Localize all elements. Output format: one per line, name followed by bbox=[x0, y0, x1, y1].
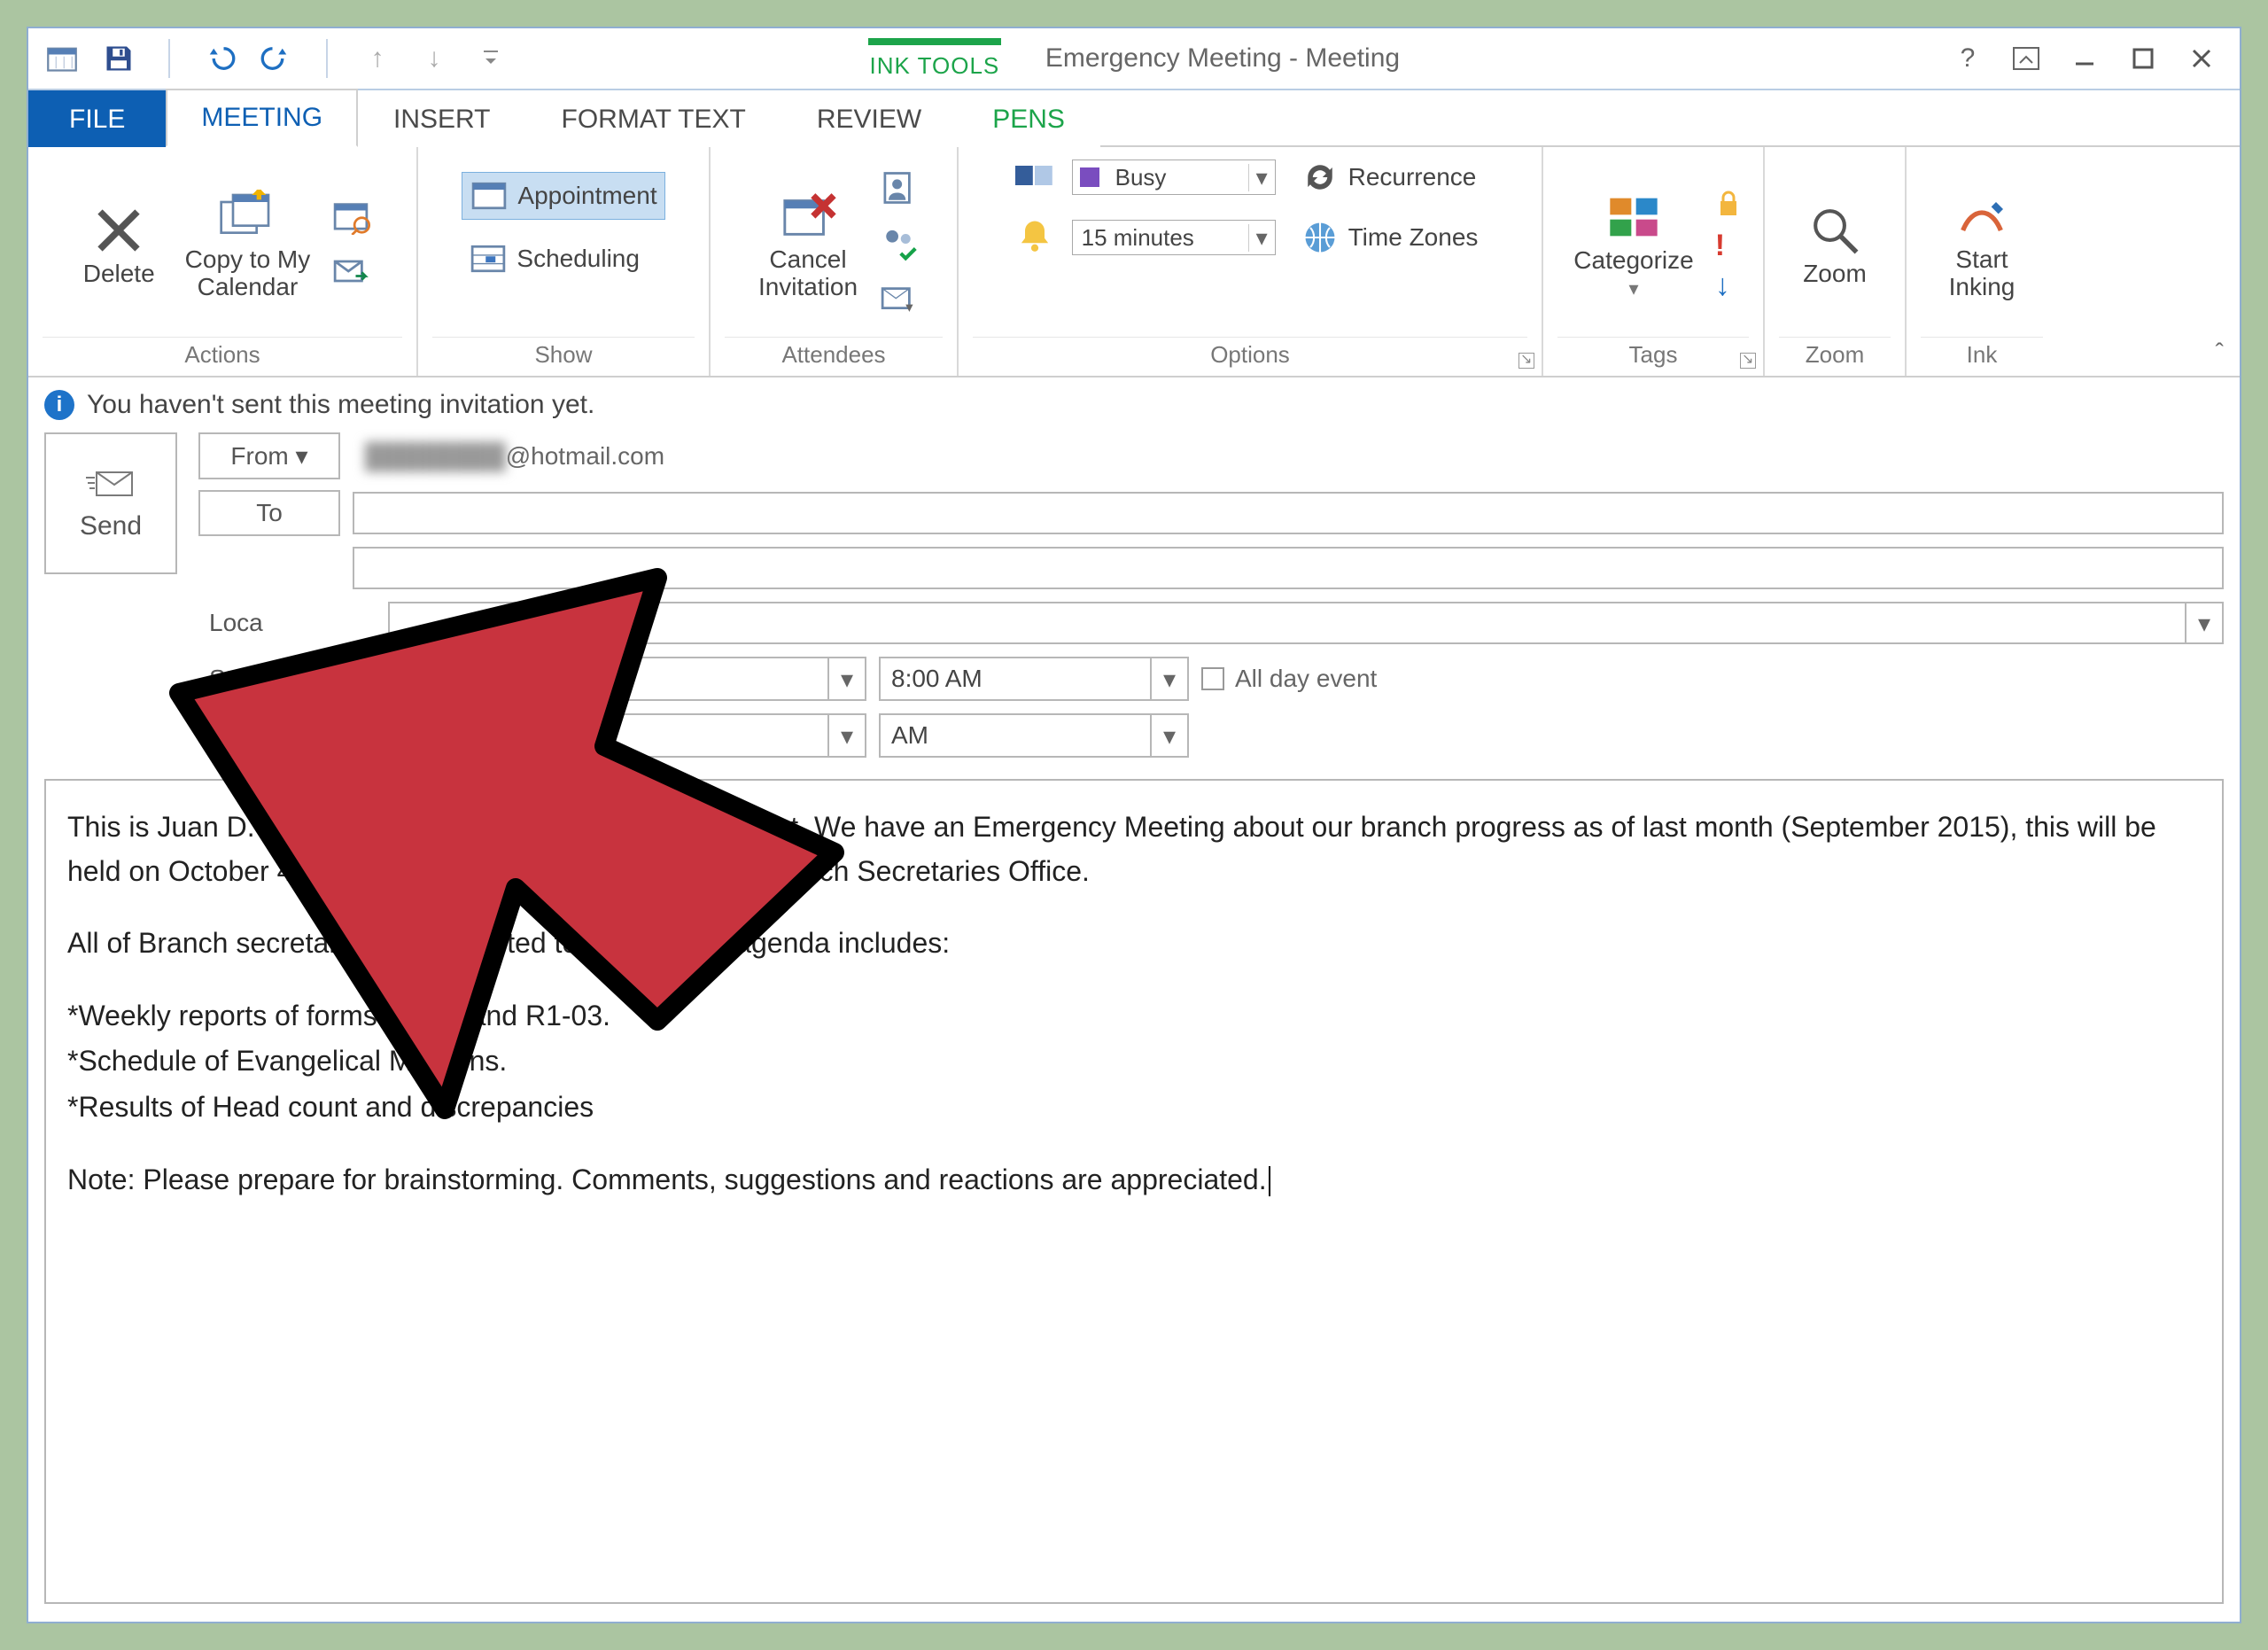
response-options-icon[interactable]: ▾ bbox=[879, 280, 918, 323]
location-field[interactable]: ▾ bbox=[388, 602, 2224, 644]
minimize-icon[interactable] bbox=[2071, 45, 2098, 72]
cancel-invitation-button[interactable]: Cancel Invitation bbox=[750, 184, 866, 307]
save-icon[interactable] bbox=[103, 43, 135, 74]
text-cursor-icon bbox=[1269, 1166, 1270, 1196]
end-time-picker[interactable]: AM▾ bbox=[879, 713, 1189, 758]
end-time-label: End time bbox=[198, 714, 376, 757]
from-picker-button[interactable]: From ▾ bbox=[198, 432, 340, 479]
ink-tools-contextual-tab[interactable]: INK TOOLS bbox=[868, 28, 1001, 89]
calendar-icon[interactable] bbox=[46, 43, 78, 74]
compose-area: Send From ▾ ████████@hotmail.com To bbox=[28, 432, 2240, 1622]
tab-format-text[interactable]: FORMAT TEXT bbox=[526, 90, 781, 147]
start-inking-button[interactable]: Start Inking bbox=[1940, 184, 2024, 307]
forward-small-icon[interactable] bbox=[331, 252, 370, 295]
appointment-button[interactable]: Appointment bbox=[462, 172, 664, 220]
outlook-meeting-window: ↑ ↓ INK TOOLS Emergency Meeting - Meetin… bbox=[27, 27, 2241, 1623]
qat-dropdown-icon[interactable] bbox=[475, 43, 507, 74]
group-ink: Start Inking Ink bbox=[1907, 147, 2057, 376]
help-icon[interactable]: ? bbox=[1954, 45, 1981, 72]
info-bar: i You haven't sent this meeting invitati… bbox=[28, 377, 2240, 432]
body-paragraph: This is Juan D. Smith Local Secretary of… bbox=[67, 806, 2201, 893]
tab-insert[interactable]: INSERT bbox=[358, 90, 525, 147]
categorize-button[interactable]: Categorize ▾ bbox=[1565, 185, 1702, 307]
body-paragraph: Note: Please prepare for brainstorming. … bbox=[67, 1158, 2201, 1202]
subject-field[interactable] bbox=[353, 547, 2224, 589]
private-icon[interactable] bbox=[1715, 189, 1742, 223]
group-tags: Categorize ▾ ! ↓ Tags bbox=[1543, 147, 1765, 376]
undo-icon[interactable] bbox=[204, 43, 236, 74]
scheduling-button[interactable]: Scheduling bbox=[462, 236, 664, 282]
start-time-picker[interactable]: 8:00 AM▾ bbox=[879, 657, 1189, 701]
quick-access-toolbar: ↑ ↓ bbox=[28, 39, 524, 78]
info-icon: i bbox=[44, 390, 74, 420]
tab-file[interactable]: FILE bbox=[28, 90, 166, 147]
group-attendees: Cancel Invitation ▾ Attendees bbox=[711, 147, 959, 376]
delete-button[interactable]: Delete bbox=[74, 198, 164, 293]
svg-text:▾: ▾ bbox=[905, 299, 913, 315]
prev-item-icon[interactable]: ↑ bbox=[361, 43, 393, 74]
tab-review[interactable]: REVIEW bbox=[781, 90, 957, 147]
low-importance-icon[interactable]: ↓ bbox=[1715, 269, 1742, 303]
message-body-editor[interactable]: This is Juan D. Smith Local Secretary of… bbox=[44, 779, 2224, 1604]
info-bar-text: You haven't sent this meeting invitation… bbox=[87, 390, 594, 420]
next-item-icon[interactable]: ↓ bbox=[418, 43, 450, 74]
from-value: ████████@hotmail.com bbox=[353, 435, 2224, 478]
show-as-dropdown[interactable]: Busy▾ bbox=[1072, 160, 1276, 195]
busy-color-icon bbox=[1080, 167, 1099, 187]
ribbon-options-icon[interactable] bbox=[2013, 45, 2039, 72]
to-picker-button[interactable]: To bbox=[198, 490, 340, 536]
group-zoom: Zoom Zoom bbox=[1765, 147, 1907, 376]
location-dropdown-icon[interactable]: ▾ bbox=[2185, 603, 2222, 642]
collapse-ribbon-icon[interactable]: ˆ bbox=[2216, 339, 2224, 367]
recurrence-button[interactable]: Recurrence bbox=[1293, 154, 1484, 200]
group-actions: Delete Copy to My Calendar Actions bbox=[28, 147, 418, 376]
window-title: Emergency Meeting - Meeting bbox=[1045, 43, 1400, 74]
ribbon: Delete Copy to My Calendar Actions Appoi… bbox=[28, 147, 2240, 377]
to-field[interactable] bbox=[353, 492, 2224, 534]
body-bullet: *Weekly reports of forms R1-05 and R1-03… bbox=[67, 994, 2201, 1039]
check-names-icon[interactable] bbox=[879, 224, 918, 268]
body-bullet: *Results of Head count and discrepancies bbox=[67, 1086, 2201, 1130]
start-time-label: Start time bbox=[198, 658, 376, 700]
close-icon[interactable] bbox=[2188, 45, 2215, 72]
reminder-icon bbox=[1015, 216, 1054, 260]
copy-to-calendar-button[interactable]: Copy to My Calendar bbox=[176, 184, 320, 307]
options-dialog-launcher-icon[interactable] bbox=[1518, 353, 1534, 369]
tags-dialog-launcher-icon[interactable] bbox=[1740, 353, 1756, 369]
body-paragraph: All of Branch secretaries are expected t… bbox=[67, 922, 2201, 966]
tab-pens[interactable]: PENS bbox=[957, 90, 1100, 147]
calendar-small-icon[interactable] bbox=[331, 196, 370, 239]
end-date-picker[interactable]: ▾ bbox=[388, 713, 866, 758]
all-day-checkbox[interactable]: All day event bbox=[1201, 665, 1377, 693]
high-importance-icon[interactable]: ! bbox=[1715, 229, 1742, 263]
redo-icon[interactable] bbox=[260, 43, 292, 74]
show-as-icon bbox=[1015, 156, 1054, 199]
location-label: Loca bbox=[198, 602, 376, 644]
maximize-icon[interactable] bbox=[2130, 45, 2156, 72]
body-bullet: *Schedule of Evangelical Missions. bbox=[67, 1039, 2201, 1084]
send-button[interactable]: Send bbox=[44, 432, 177, 574]
address-book-icon[interactable] bbox=[879, 168, 918, 212]
group-options: Busy▾ Recurrence 15 minutes▾ Time Zones bbox=[959, 147, 1543, 376]
titlebar: ↑ ↓ INK TOOLS Emergency Meeting - Meetin… bbox=[28, 28, 2240, 90]
ribbon-tabs: FILE MEETING INSERT FORMAT TEXT REVIEW P… bbox=[28, 90, 2240, 147]
reminder-dropdown[interactable]: 15 minutes▾ bbox=[1072, 220, 1276, 255]
start-date-picker[interactable]: ▾ bbox=[388, 657, 866, 701]
zoom-button[interactable]: Zoom bbox=[1794, 198, 1876, 293]
tab-meeting[interactable]: MEETING bbox=[166, 89, 358, 147]
time-zones-button[interactable]: Time Zones bbox=[1293, 214, 1486, 261]
group-show: Appointment Scheduling Show bbox=[418, 147, 711, 376]
